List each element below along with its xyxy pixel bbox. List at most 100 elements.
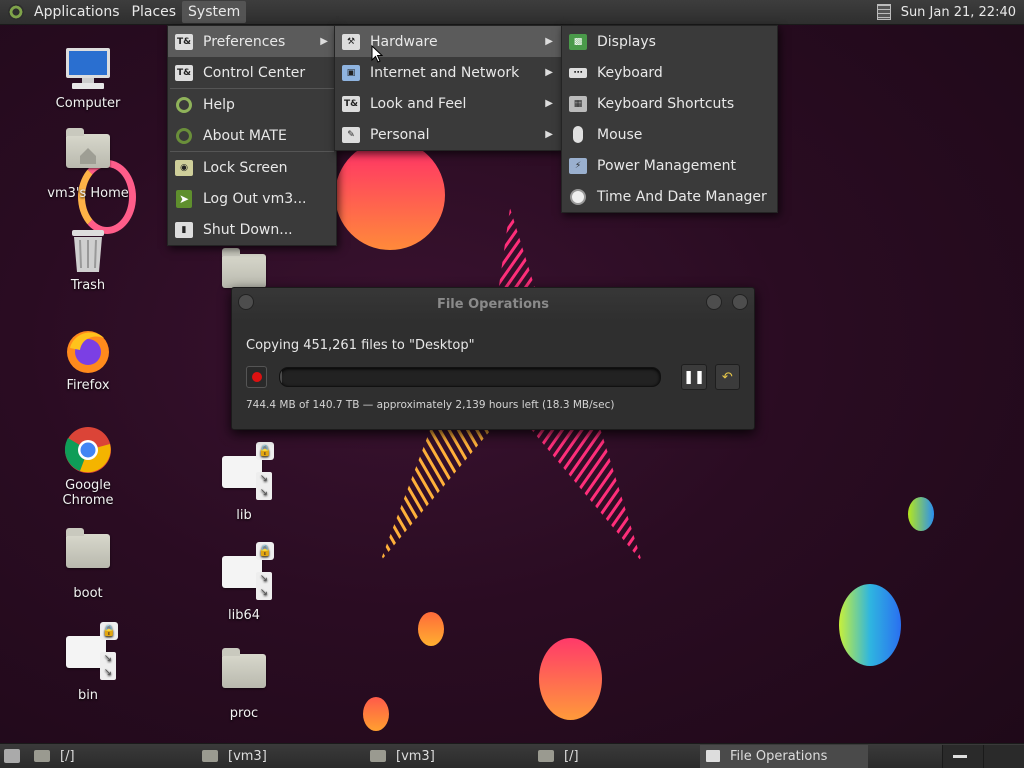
system-dropdown-menu: T& Preferences ▶ T& Control Center Help …: [167, 25, 337, 246]
mouse-icon: [573, 126, 583, 143]
submenu-arrow-icon: ▶: [545, 36, 553, 47]
clock[interactable]: Sun Jan 21, 22:40: [901, 5, 1016, 20]
dialog-title: File Operations: [436, 296, 550, 312]
desktop-icon-lib64[interactable]: 🔒 ↘ ↘ lib64: [196, 542, 292, 623]
mate-logo-icon[interactable]: [8, 4, 24, 20]
desktop-icon-proc[interactable]: proc: [196, 646, 292, 721]
home-folder-icon: [370, 750, 386, 762]
taskbar-item-file-operations[interactable]: File Operations: [700, 744, 868, 768]
menu-item-personal[interactable]: ✎ Personal ▶: [335, 119, 561, 150]
displays-icon: ▩: [569, 33, 587, 50]
taskbar-item[interactable]: [vm3]: [196, 745, 364, 768]
personal-icon: ✎: [342, 126, 360, 143]
progress-fill: [280, 368, 283, 386]
folder-icon: [220, 648, 268, 702]
record-indicator-icon: [246, 366, 268, 388]
minimize-button[interactable]: [706, 294, 722, 310]
workspace-1[interactable]: [942, 744, 983, 768]
wallpaper-blob: [908, 497, 934, 531]
menu-item-preferences[interactable]: T& Preferences ▶: [168, 26, 336, 57]
taskbar-item[interactable]: [/]: [28, 745, 196, 768]
wallpaper-blob: [363, 697, 389, 731]
applications-menu[interactable]: Applications: [28, 1, 126, 23]
desktop-icon-lib[interactable]: 🔒 ↘ ↘ lib: [196, 442, 292, 523]
bottom-panel: [/] [vm3] [vm3] [/] File Operations: [0, 743, 1024, 768]
folder-icon: [34, 750, 50, 762]
window-menu-button[interactable]: [238, 294, 254, 310]
submenu-arrow-icon: ▶: [320, 36, 328, 47]
hardware-icon: ⚒: [342, 33, 360, 50]
show-desktop-icon[interactable]: [4, 749, 20, 763]
desktop-icon-boot[interactable]: boot: [40, 526, 136, 601]
panel-tray: Sun Jan 21, 22:40: [876, 4, 1024, 20]
link-arrow-icon: ↘ ↘: [256, 472, 272, 500]
network-icon: ▣: [342, 64, 360, 81]
folder-icon: [538, 750, 554, 762]
desktop-icon-firefox[interactable]: Firefox: [40, 326, 136, 393]
menu-item-look-and-feel[interactable]: T& Look and Feel ▶: [335, 88, 561, 119]
menu-item-internet-network[interactable]: ▣ Internet and Network ▶: [335, 57, 561, 88]
desktop-icon-computer[interactable]: Computer: [40, 44, 136, 111]
notes-applet-icon[interactable]: [876, 4, 891, 20]
computer-icon: [64, 44, 112, 92]
workspace-switcher: [942, 744, 1024, 768]
taskbar-item[interactable]: [/]: [532, 745, 700, 768]
desktop-icon-chrome[interactable]: Google Chrome: [40, 426, 136, 508]
system-menu[interactable]: System: [182, 1, 247, 23]
symlink-icon: 🔒 ↘ ↘: [64, 622, 118, 684]
trash-icon: [64, 226, 112, 274]
desktop-icon-bin[interactable]: 🔒 ↘ ↘ bin: [40, 622, 136, 703]
menu-item-shut-down[interactable]: ▮ Shut Down...: [168, 214, 336, 245]
menu-item-time-date[interactable]: Time And Date Manager: [562, 181, 777, 212]
preferences-submenu: ⚒ Hardware ▶ ▣ Internet and Network ▶ T&…: [334, 25, 562, 151]
menu-item-displays[interactable]: ▩ Displays: [562, 26, 777, 57]
symlink-icon: 🔒 ↘ ↘: [220, 442, 274, 504]
places-menu[interactable]: Places: [126, 1, 183, 23]
submenu-arrow-icon: ▶: [545, 98, 553, 109]
desktop-icon-label: lib: [236, 508, 252, 523]
menu-item-hardware[interactable]: ⚒ Hardware ▶: [335, 26, 561, 57]
menu-item-log-out[interactable]: ➤ Log Out vm3...: [168, 183, 336, 214]
close-button[interactable]: [732, 294, 748, 310]
keyboard-shortcuts-icon: ▦: [569, 95, 587, 112]
log-out-icon: ➤: [176, 189, 192, 208]
dialog-titlebar[interactable]: File Operations: [232, 288, 754, 320]
firefox-icon: [64, 326, 112, 374]
desktop-icon-trash[interactable]: Trash: [40, 226, 136, 293]
power-management-icon: ⚡: [569, 157, 587, 174]
lock-screen-icon: ◉: [175, 159, 193, 176]
top-panel: Applications Places System Sun Jan 21, 2…: [0, 0, 1024, 25]
copy-progress-bar: [279, 367, 662, 387]
pause-button[interactable]: ❚❚: [681, 364, 707, 390]
desktop-icon-label: bin: [77, 688, 99, 703]
desktop-icon-label: lib64: [227, 608, 261, 623]
keyboard-icon: ⋯: [569, 67, 587, 78]
taskbar-item[interactable]: [vm3]: [364, 745, 532, 768]
menu-item-power-management[interactable]: ⚡ Power Management: [562, 150, 777, 181]
menu-item-about-mate[interactable]: About MATE: [168, 120, 336, 151]
window-icon: [706, 750, 720, 762]
menu-item-mouse[interactable]: Mouse: [562, 119, 777, 150]
hardware-submenu: ▩ Displays ⋯ Keyboard ▦ Keyboard Shortcu…: [561, 25, 778, 213]
control-center-icon: T&: [175, 64, 193, 81]
lock-icon: 🔒: [256, 442, 274, 460]
desktop-icon-label: boot: [73, 586, 103, 601]
wallpaper-blob: [839, 584, 901, 666]
menu-item-control-center[interactable]: T& Control Center: [168, 57, 336, 88]
desktop-icon-home[interactable]: vm3's Home: [40, 126, 136, 201]
cancel-undo-button[interactable]: ↶: [714, 364, 740, 390]
desktop-icon-label: Firefox: [66, 378, 110, 393]
lock-icon: 🔒: [256, 542, 274, 560]
mouse-cursor-icon: [371, 45, 383, 63]
desktop-icon-label: Computer: [55, 96, 121, 111]
desktop-icon-label: vm3's Home: [47, 186, 129, 201]
menu-item-lock-screen[interactable]: ◉ Lock Screen: [168, 152, 336, 183]
chrome-icon: [64, 426, 112, 474]
desktop-icon-label: proc: [229, 706, 259, 721]
menu-item-keyboard[interactable]: ⋯ Keyboard: [562, 57, 777, 88]
menu-item-keyboard-shortcuts[interactable]: ▦ Keyboard Shortcuts: [562, 88, 777, 119]
workspace-2[interactable]: [983, 744, 1024, 768]
link-arrow-icon: ↘ ↘: [100, 652, 116, 680]
menu-item-help[interactable]: Help: [168, 89, 336, 120]
home-folder-icon: [202, 750, 218, 762]
